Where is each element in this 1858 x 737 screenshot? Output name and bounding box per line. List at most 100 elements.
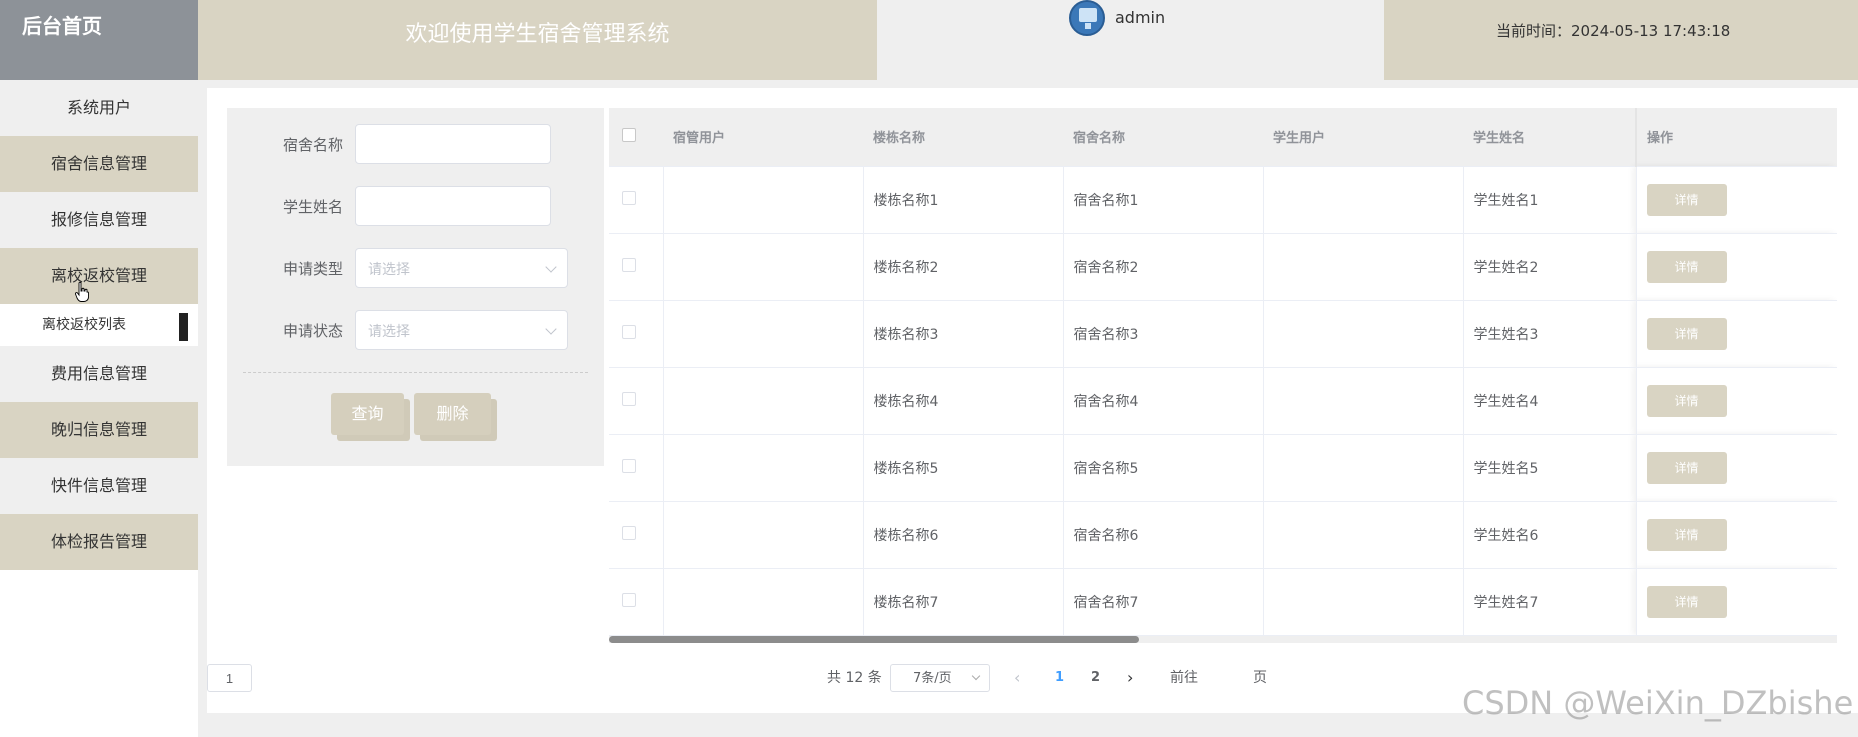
page-2-button[interactable]: 2 bbox=[1091, 664, 1100, 692]
apply-type-placeholder: 请选择 bbox=[368, 262, 410, 278]
cell-building-name: 楼栋名称6 bbox=[863, 501, 1064, 569]
current-time: 当前时间：2024-05-13 17:43:18 bbox=[1384, 0, 1858, 80]
detail-button[interactable]: 详情 bbox=[1646, 384, 1727, 417]
cell-dorm-name: 宿舍名称2 bbox=[1063, 233, 1264, 301]
cell-manager-user bbox=[663, 367, 864, 435]
username[interactable]: admin bbox=[1115, 8, 1165, 27]
col-student-name[interactable]: 学生姓名 bbox=[1463, 108, 1636, 167]
sidebar-item-leave-return[interactable]: 离校返校管理 bbox=[0, 248, 198, 304]
search-panel: 宿舍名称 学生姓名 申请类型 请选择 申请状态 请选择 查询 删除 bbox=[227, 108, 604, 466]
avatar-icon[interactable] bbox=[1069, 0, 1105, 36]
apply-status-select[interactable]: 请选择 bbox=[355, 310, 568, 350]
divider bbox=[243, 372, 588, 373]
student-name-input[interactable] bbox=[355, 186, 551, 226]
table-row[interactable]: 楼栋名称1 宿舍名称1 学生姓名1 详情 bbox=[609, 166, 1837, 234]
detail-button[interactable]: 详情 bbox=[1646, 451, 1727, 484]
dorm-name-input[interactable] bbox=[355, 124, 551, 164]
cell-student-user bbox=[1263, 300, 1464, 368]
cell-operation: 详情 bbox=[1636, 300, 1837, 368]
row-checkbox[interactable] bbox=[622, 190, 636, 205]
cell-student-user bbox=[1263, 233, 1464, 301]
row-select-cell bbox=[609, 166, 664, 234]
row-checkbox[interactable] bbox=[622, 324, 636, 339]
time-value: 2024-05-13 17:43:18 bbox=[1571, 22, 1731, 40]
cell-building-name: 楼栋名称3 bbox=[863, 300, 1064, 368]
detail-button[interactable]: 详情 bbox=[1646, 585, 1727, 618]
detail-button[interactable]: 详情 bbox=[1646, 183, 1727, 216]
row-select-cell bbox=[609, 501, 664, 569]
table-header-row: 宿管用户 楼栋名称 宿舍名称 学生用户 学生姓名 操作 bbox=[609, 108, 1837, 167]
sidebar-item-system-users[interactable]: 系统用户 bbox=[0, 80, 198, 136]
col-building-name[interactable]: 楼栋名称 bbox=[863, 108, 1063, 167]
student-name-label: 学生姓名 bbox=[282, 198, 343, 216]
welcome-title: 欢迎使用学生宿舍管理系统 bbox=[198, 0, 877, 80]
data-table: 宿管用户 楼栋名称 宿舍名称 学生用户 学生姓名 操作 楼栋名称1 宿舍名称1 学生… bbox=[609, 108, 1837, 641]
row-select-cell bbox=[609, 233, 664, 301]
cell-building-name: 楼栋名称7 bbox=[863, 568, 1064, 636]
time-label: 当前时间： bbox=[1496, 22, 1572, 40]
col-manager-user[interactable]: 宿管用户 bbox=[663, 108, 863, 167]
sidebar-item-health-report[interactable]: 体检报告管理 bbox=[0, 514, 198, 570]
col-student-user[interactable]: 学生用户 bbox=[1263, 108, 1463, 167]
col-dorm-name[interactable]: 宿舍名称 bbox=[1063, 108, 1263, 167]
page-size-select[interactable]: 7条/页 bbox=[890, 664, 990, 692]
page-1-button[interactable]: 1 bbox=[1055, 664, 1064, 692]
goto-page-input[interactable] bbox=[207, 664, 252, 692]
detail-button[interactable]: 详情 bbox=[1646, 317, 1727, 350]
submenu-item-leave-return-list[interactable]: 离校返校列表 bbox=[0, 304, 198, 346]
prev-page-icon[interactable]: ‹ bbox=[1014, 664, 1020, 692]
sidebar-item-repair-info[interactable]: 报修信息管理 bbox=[0, 192, 198, 248]
row-checkbox[interactable] bbox=[622, 257, 636, 272]
row-checkbox[interactable] bbox=[622, 525, 636, 540]
brand-home-link[interactable]: 后台首页 bbox=[0, 0, 198, 80]
row-checkbox[interactable] bbox=[622, 391, 636, 406]
cell-dorm-name: 宿舍名称1 bbox=[1063, 166, 1264, 234]
next-page-icon[interactable]: › bbox=[1127, 664, 1133, 692]
cell-dorm-name: 宿舍名称3 bbox=[1063, 300, 1264, 368]
sidebar-item-fee-info[interactable]: 费用信息管理 bbox=[0, 346, 198, 402]
table-row[interactable]: 楼栋名称4 宿舍名称4 学生姓名4 详情 bbox=[609, 367, 1837, 435]
cell-manager-user bbox=[663, 434, 864, 502]
detail-button[interactable]: 详情 bbox=[1646, 250, 1727, 283]
row-checkbox[interactable] bbox=[622, 458, 636, 473]
delete-button[interactable]: 删除 bbox=[414, 393, 491, 435]
table-row[interactable]: 楼栋名称2 宿舍名称2 学生姓名2 详情 bbox=[609, 233, 1837, 301]
cell-building-name: 楼栋名称4 bbox=[863, 367, 1064, 435]
table-row[interactable]: 楼栋名称5 宿舍名称5 学生姓名5 详情 bbox=[609, 434, 1837, 502]
cell-building-name: 楼栋名称2 bbox=[863, 233, 1064, 301]
cell-student-name: 学生姓名4 bbox=[1463, 367, 1637, 435]
query-button[interactable]: 查询 bbox=[331, 393, 404, 435]
table-row[interactable]: 楼栋名称3 宿舍名称3 学生姓名3 详情 bbox=[609, 300, 1837, 368]
cell-manager-user bbox=[663, 568, 864, 636]
active-indicator bbox=[179, 313, 188, 341]
cell-manager-user bbox=[663, 233, 864, 301]
apply-type-select[interactable]: 请选择 bbox=[355, 248, 568, 288]
cell-student-name: 学生姓名6 bbox=[1463, 501, 1637, 569]
cell-building-name: 楼栋名称1 bbox=[863, 166, 1064, 234]
row-checkbox[interactable] bbox=[622, 592, 636, 607]
dorm-name-label: 宿舍名称 bbox=[282, 136, 343, 154]
cell-student-name: 学生姓名1 bbox=[1463, 166, 1637, 234]
page-size-value: 7条/页 bbox=[913, 671, 952, 686]
cell-student-user bbox=[1263, 434, 1464, 502]
table-row[interactable]: 楼栋名称6 宿舍名称6 学生姓名6 详情 bbox=[609, 501, 1837, 569]
sidebar-item-dorm-info[interactable]: 宿舍信息管理 bbox=[0, 136, 198, 192]
horizontal-scrollbar[interactable] bbox=[609, 636, 1139, 643]
cell-student-user bbox=[1263, 367, 1464, 435]
chevron-down-icon bbox=[971, 671, 981, 681]
cell-student-name: 学生姓名7 bbox=[1463, 568, 1637, 636]
sidebar-item-parcel-info[interactable]: 快件信息管理 bbox=[0, 458, 198, 514]
sidebar-item-late-return[interactable]: 晚归信息管理 bbox=[0, 402, 198, 458]
cell-student-user bbox=[1263, 501, 1464, 569]
cell-student-user bbox=[1263, 166, 1464, 234]
sidebar: 系统用户 宿舍信息管理 报修信息管理 离校返校管理 离校返校列表 费用信息管理 … bbox=[0, 80, 198, 737]
select-all-checkbox[interactable] bbox=[622, 127, 636, 142]
select-all-cell bbox=[609, 108, 663, 167]
chevron-down-icon bbox=[545, 323, 557, 335]
cell-operation: 详情 bbox=[1636, 501, 1837, 569]
cell-student-name: 学生姓名2 bbox=[1463, 233, 1637, 301]
detail-button[interactable]: 详情 bbox=[1646, 518, 1727, 551]
cell-manager-user bbox=[663, 166, 864, 234]
table-row[interactable]: 楼栋名称7 宿舍名称7 学生姓名7 详情 bbox=[609, 568, 1837, 636]
apply-status-placeholder: 请选择 bbox=[368, 324, 410, 340]
